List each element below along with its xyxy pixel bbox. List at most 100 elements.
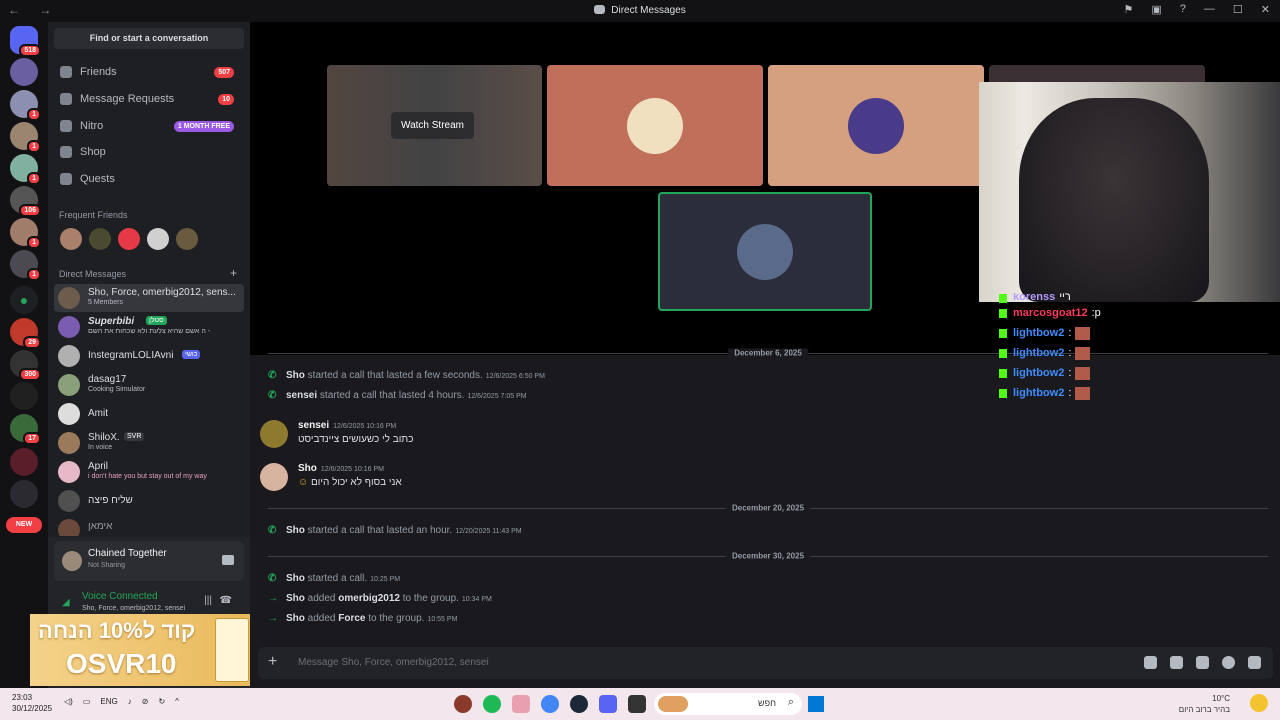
help-icon[interactable]: ? bbox=[1180, 3, 1186, 16]
author[interactable]: Sho bbox=[286, 573, 305, 584]
soundboard-icon[interactable]: ||| bbox=[204, 595, 212, 606]
dm-item[interactable]: שליח פיצה bbox=[54, 487, 244, 515]
guild-item[interactable]: 1 bbox=[10, 218, 41, 249]
author[interactable]: Sho bbox=[286, 593, 305, 604]
inbox-icon[interactable]: ⚑ bbox=[1124, 3, 1134, 16]
guild-item[interactable]: 1 bbox=[10, 250, 41, 281]
display-icon[interactable]: ▭ bbox=[83, 697, 91, 706]
discord-icon[interactable] bbox=[599, 695, 617, 713]
apps-icon[interactable] bbox=[1248, 656, 1261, 669]
participant-tile[interactable] bbox=[547, 65, 763, 186]
dm-item[interactable]: Sho, Force, omerbig2012, sens... 5 Member… bbox=[54, 284, 244, 312]
app-icon[interactable] bbox=[454, 695, 472, 713]
avatar[interactable] bbox=[260, 463, 288, 491]
minimize-button[interactable]: — bbox=[1204, 3, 1215, 16]
stream-tile[interactable]: Watch Stream bbox=[327, 65, 542, 186]
nav-quests[interactable]: Quests bbox=[54, 168, 244, 190]
guild-item[interactable]: 1 bbox=[10, 154, 41, 185]
author[interactable]: sensei 12/6/2025 10:16 PM bbox=[298, 420, 396, 431]
author[interactable]: Sho bbox=[286, 525, 305, 536]
author[interactable]: sensei bbox=[286, 390, 317, 401]
share-screen-icon[interactable] bbox=[222, 555, 234, 565]
screen-icon[interactable]: ▣ bbox=[1151, 3, 1161, 16]
chrome-icon[interactable] bbox=[541, 695, 559, 713]
friend-avatar[interactable] bbox=[118, 228, 140, 250]
weather[interactable]: 10°C בהיר ברוב היום bbox=[1179, 693, 1230, 715]
guild-item[interactable] bbox=[10, 480, 38, 508]
nav-nitro[interactable]: Nitro 1 MONTH FREE bbox=[54, 115, 244, 137]
spotify-icon[interactable] bbox=[483, 695, 501, 713]
guild-item[interactable]: 1 bbox=[10, 90, 41, 121]
dm-item[interactable]: אימאן bbox=[54, 516, 244, 536]
time: 23:03 bbox=[12, 693, 33, 702]
disconnect-icon[interactable]: ☎ bbox=[220, 595, 232, 606]
chevron-up-icon[interactable]: ^ bbox=[175, 697, 179, 706]
participant-tile[interactable] bbox=[768, 65, 984, 186]
app-icon[interactable] bbox=[512, 695, 530, 713]
guild-item[interactable] bbox=[10, 448, 38, 476]
tag: SVR bbox=[124, 432, 145, 441]
message-input[interactable]: Message Sho, Force, omerbig2012, sensei bbox=[298, 657, 489, 668]
guild-item[interactable]: 106 bbox=[10, 186, 41, 217]
watch-stream-button[interactable]: Watch Stream bbox=[391, 112, 474, 139]
dm-item[interactable]: Amit bbox=[54, 400, 244, 428]
dm-item[interactable]: Superbibi סטלן ה אשם שהיא צלעת ולא שכחות א… bbox=[54, 313, 244, 341]
target-user[interactable]: Force bbox=[338, 613, 365, 624]
nav-label: Nitro bbox=[80, 120, 104, 132]
chat-user: lightbow2 bbox=[1013, 327, 1065, 339]
dm-item[interactable]: InstegramLOLIAvni כושי bbox=[54, 342, 244, 370]
clock[interactable]: 23:03 30/12/2025 bbox=[12, 692, 52, 714]
guild-item[interactable] bbox=[10, 58, 38, 86]
mic-icon[interactable]: ♪ bbox=[128, 697, 132, 706]
friend-avatar[interactable] bbox=[89, 228, 111, 250]
author[interactable]: Sho bbox=[286, 613, 305, 624]
close-button[interactable]: ✕ bbox=[1261, 3, 1270, 16]
app-icon[interactable] bbox=[628, 695, 646, 713]
network-icon[interactable]: ⊘ bbox=[142, 697, 149, 706]
target-user[interactable]: omerbig2012 bbox=[338, 593, 400, 604]
taskbar-search[interactable]: חפש ⌕ bbox=[654, 693, 802, 715]
dm-item[interactable]: dasag17 Cooking Simulator bbox=[54, 371, 244, 399]
message-composer[interactable]: + Message Sho, Force, omerbig2012, sense… bbox=[258, 647, 1273, 679]
friend-avatar[interactable] bbox=[147, 228, 169, 250]
guild-item[interactable]: 1 bbox=[10, 122, 41, 153]
dm-item[interactable]: ShiloX. SVR In voice bbox=[54, 429, 244, 457]
friend-avatar[interactable] bbox=[60, 228, 82, 250]
steam-icon[interactable] bbox=[570, 695, 588, 713]
volume-icon[interactable]: ◁) bbox=[64, 697, 73, 706]
guild-item[interactable] bbox=[10, 382, 38, 410]
sticker-icon[interactable] bbox=[1196, 656, 1209, 669]
timestamp: 12/6/2025 6:50 PM bbox=[485, 373, 545, 380]
shop-icon bbox=[60, 146, 72, 158]
maximize-button[interactable]: ☐ bbox=[1233, 3, 1243, 16]
system-text: started a call that lasted a few seconds… bbox=[307, 370, 483, 381]
author[interactable]: Sho 12/6/2025 10:16 PM bbox=[298, 463, 384, 474]
windows-start-icon[interactable] bbox=[808, 696, 824, 712]
friend-avatar[interactable] bbox=[176, 228, 198, 250]
nav-friends[interactable]: Friends 507 bbox=[54, 61, 244, 83]
find-conversation-button[interactable]: Find or start a conversation bbox=[54, 28, 244, 49]
dm-item[interactable]: April i don't hate you but stay out of my… bbox=[54, 458, 244, 486]
avatar[interactable] bbox=[260, 420, 288, 448]
guild-item[interactable]: 300 bbox=[10, 350, 41, 381]
participant-tile-speaking[interactable] bbox=[658, 192, 872, 311]
language-indicator[interactable]: ENG bbox=[100, 697, 117, 706]
dm-name: dasag17 bbox=[88, 374, 127, 385]
emoji-icon: ☺ bbox=[298, 477, 311, 488]
sync-icon[interactable]: ↻ bbox=[158, 697, 165, 706]
new-badge[interactable]: NEW bbox=[6, 517, 42, 533]
guild-item[interactable]: 29 bbox=[10, 318, 41, 349]
guild-item[interactable]: 17 bbox=[10, 414, 41, 445]
promo-banner[interactable]: קוד ל10% הנחה OSVR10 bbox=[30, 614, 255, 686]
activity-card[interactable]: Chained Together Not Sharing bbox=[54, 541, 244, 581]
emoji-icon[interactable] bbox=[1222, 656, 1235, 669]
gift-icon[interactable] bbox=[1144, 656, 1157, 669]
gif-icon[interactable] bbox=[1170, 656, 1183, 669]
author[interactable]: Sho bbox=[286, 370, 305, 381]
create-dm-icon[interactable]: + bbox=[230, 266, 237, 280]
nav-shop[interactable]: Shop bbox=[54, 141, 244, 163]
plus-icon[interactable]: + bbox=[268, 653, 277, 671]
mic-icon[interactable]: ● bbox=[10, 286, 38, 314]
home-button[interactable]: 518 bbox=[10, 26, 41, 57]
nav-message-requests[interactable]: Message Requests 10 bbox=[54, 88, 244, 110]
